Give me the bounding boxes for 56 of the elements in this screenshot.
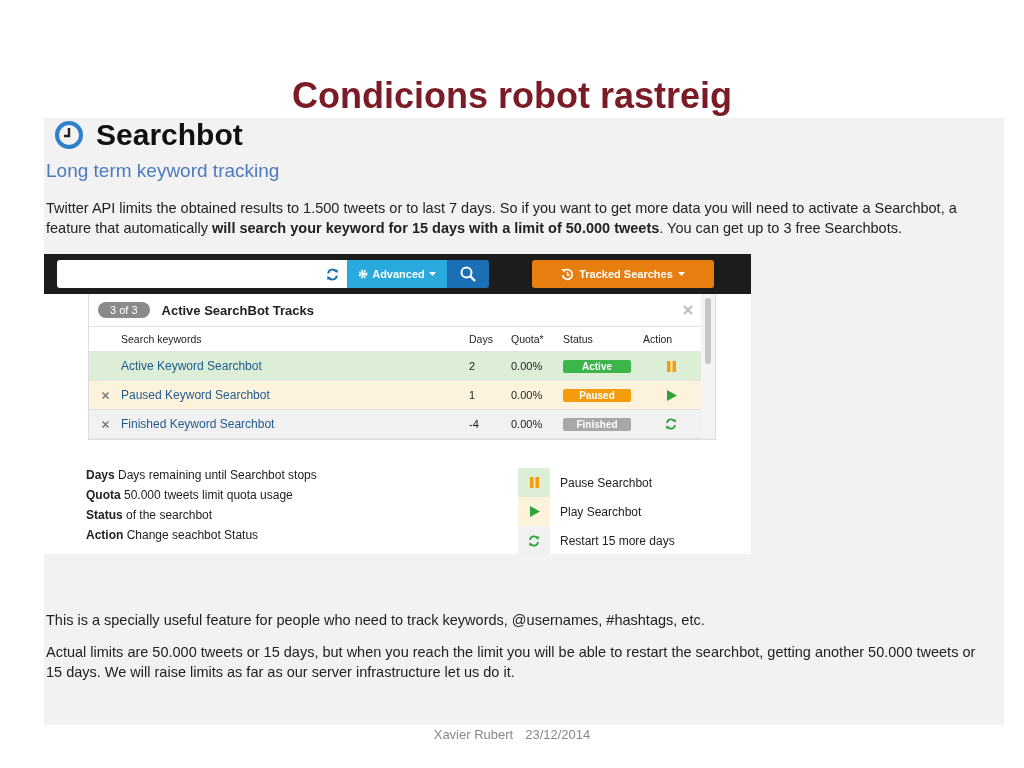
footer-author: Xavier Rubert bbox=[433, 727, 514, 742]
caret-icon bbox=[428, 272, 436, 276]
quota-cell-text: 0.00% bbox=[511, 418, 544, 430]
history-icon bbox=[561, 267, 575, 281]
close-icon[interactable] bbox=[683, 305, 693, 315]
column-header: Search keywords bbox=[121, 333, 203, 345]
legend-label: Pause Searchbot bbox=[560, 475, 653, 490]
remove-icon[interactable] bbox=[101, 391, 109, 399]
legend-text: Action Change seachbot Status bbox=[86, 528, 260, 542]
days-cell-text: 1 bbox=[469, 389, 477, 401]
remove-icon[interactable] bbox=[101, 420, 109, 428]
play-icon[interactable] bbox=[665, 389, 677, 401]
scrollbar-thumb[interactable] bbox=[705, 298, 711, 364]
quota-cell-text: 0.00% bbox=[511, 360, 544, 372]
status-badge: Paused bbox=[563, 388, 631, 402]
pause-icon[interactable] bbox=[528, 477, 540, 488]
legend-text: Days Days remaining until Searchbot stops bbox=[86, 468, 318, 482]
search-field[interactable] bbox=[57, 260, 347, 288]
note-paragraph: Actual limits are 50.000 tweets or 15 days, but when you reach the limit you will be able to restart the searchbot, getting another 50.000 tweets or 15 days. We will raise limits as far as our server infrastructure let us do it. bbox=[46, 643, 977, 682]
search-icon bbox=[460, 266, 476, 282]
quota-cell-text: 0.00% bbox=[511, 389, 544, 401]
column-header: Status bbox=[563, 333, 594, 345]
status-badge: Active bbox=[563, 359, 631, 373]
legend-label: Play Searchbot bbox=[560, 504, 642, 519]
keyword-link[interactable]: Finished Keyword Searchbot bbox=[121, 417, 469, 431]
gear-icon bbox=[358, 269, 369, 279]
refresh-icon[interactable] bbox=[326, 267, 339, 281]
count-badge: 3 of 3 bbox=[98, 302, 150, 318]
pause-icon[interactable] bbox=[665, 360, 677, 372]
caret-icon bbox=[677, 272, 685, 276]
footer-date: 23/12/2014 bbox=[525, 727, 591, 742]
days-cell-text: 2 bbox=[469, 360, 477, 372]
keyword-link[interactable]: Paused Keyword Searchbot bbox=[121, 388, 469, 402]
status-badge: Finished bbox=[563, 417, 631, 431]
column-header: Action bbox=[643, 333, 674, 345]
slide-title: Condicions robot rastreig bbox=[290, 74, 733, 118]
dropdown-title: Active SearchBot Tracks bbox=[161, 302, 315, 318]
days-cell-text: -4 bbox=[469, 418, 480, 430]
track-row[interactable]: Paused Keyword Searchbot 1 0.00% Paused bbox=[89, 381, 701, 410]
keyword-link[interactable]: Active Keyword Searchbot bbox=[121, 359, 469, 373]
legend-text: Quota 50.000 tweets limit quota usage bbox=[86, 488, 294, 502]
track-row[interactable]: Active Keyword Searchbot 2 0.00% Active bbox=[89, 352, 701, 381]
clock-icon bbox=[54, 120, 84, 150]
app-logo-text: Searchbot bbox=[96, 118, 243, 152]
refresh-icon[interactable] bbox=[528, 534, 540, 547]
legend-label: Restart 15 more days bbox=[560, 533, 675, 548]
track-row[interactable]: Finished Keyword Searchbot -4 0.00% Finished bbox=[89, 410, 701, 439]
note-paragraph: This is a specially useful feature for people who need to track keywords, @usernames, #hashtags, etc. bbox=[46, 611, 706, 630]
refresh-icon[interactable] bbox=[665, 418, 677, 430]
search-button[interactable] bbox=[447, 260, 489, 288]
play-icon[interactable] bbox=[528, 506, 540, 517]
column-header: Quota* bbox=[511, 333, 545, 345]
legend-text: Status of the searchbot bbox=[86, 508, 214, 522]
column-header: Days bbox=[469, 333, 494, 345]
app-subtitle: Long term keyword tracking bbox=[45, 159, 281, 182]
intro-paragraph: Twitter API limits the obtained results to 1.500 tweets or to last 7 days. So if you want to get more data you will need to activate a Searchbot, a feature that automatically will search your keyword for 15 days with a limit of 50.000 tweets. You can get up to 3 free Searchbots. bbox=[46, 199, 958, 238]
